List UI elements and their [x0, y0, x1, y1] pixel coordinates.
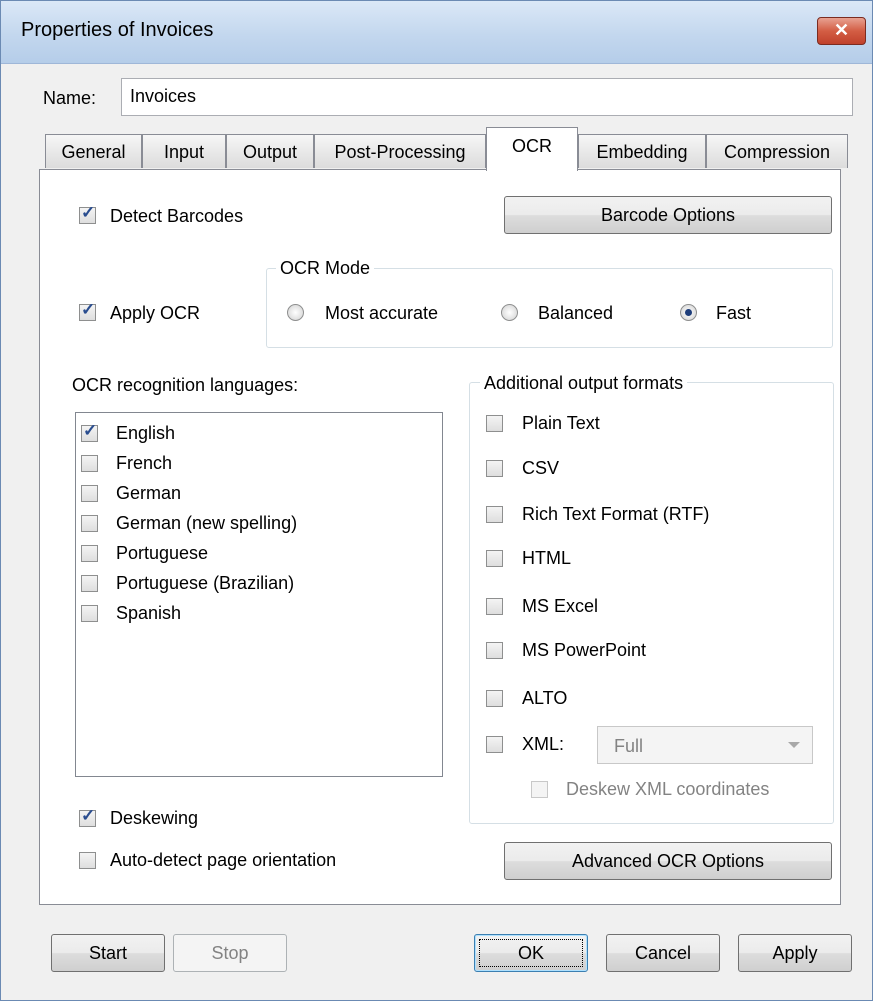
chevron-down-icon	[788, 742, 800, 748]
language-label: French	[116, 453, 173, 473]
ocr-mode-title: OCR Mode	[276, 257, 375, 279]
language-label: German (new spelling)	[116, 513, 298, 533]
language-english-checkbox[interactable]	[81, 421, 98, 442]
tab-label: Post-Processing	[334, 142, 466, 162]
format-plain-text-label[interactable]: Plain Text	[522, 412, 600, 434]
format-ms-powerpoint-label[interactable]: MS PowerPoint	[522, 639, 646, 661]
barcode-options-button[interactable]: Barcode Options	[504, 196, 832, 234]
format-alto-checkbox[interactable]	[486, 690, 503, 707]
language-german-checkbox[interactable]	[81, 485, 98, 502]
format-xml-label[interactable]: XML:	[522, 733, 564, 755]
detect-barcodes-label[interactable]: Detect Barcodes	[110, 205, 243, 227]
deskew-xml-label[interactable]: Deskew XML coordinates	[566, 778, 769, 800]
tab-label: OCR	[512, 136, 552, 156]
button-label: Cancel	[634, 943, 692, 963]
tab-ocr[interactable]: OCR	[486, 127, 578, 171]
radio-fast[interactable]	[680, 304, 697, 321]
apply-ocr-label[interactable]: Apply OCR	[110, 302, 200, 324]
name-label: Name:	[43, 88, 97, 108]
format-html-label[interactable]: HTML	[522, 547, 571, 569]
languages-listbox[interactable]: English French German German (new spelli…	[75, 412, 443, 777]
tab-label: General	[61, 142, 126, 162]
button-label: Start	[88, 943, 127, 963]
format-ms-excel-label[interactable]: MS Excel	[522, 595, 598, 617]
deskewing-checkbox[interactable]	[79, 806, 96, 827]
radio-balanced[interactable]	[501, 304, 518, 321]
window-title: Properties of Invoices	[21, 19, 214, 41]
tab-compression[interactable]: Compression	[706, 134, 848, 168]
language-label: English	[116, 423, 176, 443]
button-label: OK	[517, 943, 544, 963]
apply-ocr-checkbox[interactable]	[79, 300, 96, 321]
start-button[interactable]: Start	[51, 934, 165, 972]
title-bar[interactable]: Properties of Invoices ✕	[1, 1, 872, 64]
language-french-checkbox[interactable]	[81, 455, 98, 472]
auto-detect-orientation-label[interactable]: Auto-detect page orientation	[110, 849, 336, 871]
deskewing-label[interactable]: Deskewing	[110, 807, 198, 829]
name-input[interactable]	[122, 79, 830, 113]
format-rtf-checkbox[interactable]	[486, 506, 503, 523]
language-label: Spanish	[116, 603, 182, 623]
button-label: Barcode Options	[600, 205, 736, 225]
ok-button[interactable]: OK	[474, 934, 588, 972]
language-portuguese-checkbox[interactable]	[81, 545, 98, 562]
output-formats-title: Additional output formats	[480, 372, 688, 394]
tab-input[interactable]: Input	[142, 134, 226, 168]
name-field[interactable]	[121, 78, 853, 116]
format-ms-excel-checkbox[interactable]	[486, 598, 503, 615]
language-label: Portuguese	[116, 543, 209, 563]
language-label: Portuguese (Brazilian)	[116, 573, 295, 593]
properties-dialog: Properties of Invoices ✕ Name: General I…	[0, 0, 873, 1001]
format-csv-label[interactable]: CSV	[522, 457, 559, 479]
close-icon: ✕	[833, 20, 850, 40]
button-label: Apply	[772, 943, 818, 963]
radio-fast-label[interactable]: Fast	[716, 302, 751, 324]
stop-button[interactable]: Stop	[173, 934, 287, 972]
tab-label: Output	[242, 142, 298, 162]
tab-general[interactable]: General	[45, 134, 142, 168]
deskew-xml-checkbox[interactable]	[531, 781, 548, 798]
tab-embedding[interactable]: Embedding	[578, 134, 706, 168]
auto-detect-orientation-checkbox[interactable]	[79, 852, 96, 869]
button-label: Stop	[211, 943, 249, 963]
xml-mode-value: Full	[614, 736, 644, 756]
button-label: Advanced OCR Options	[571, 851, 765, 871]
tab-label: Input	[163, 142, 205, 162]
tab-label: Compression	[723, 142, 831, 162]
tab-post-processing[interactable]: Post-Processing	[314, 134, 486, 168]
radio-balanced-label[interactable]: Balanced	[538, 302, 613, 324]
radio-most-accurate-label[interactable]: Most accurate	[325, 302, 438, 324]
format-alto-label[interactable]: ALTO	[522, 687, 567, 709]
format-plain-text-checkbox[interactable]	[486, 415, 503, 432]
radio-most-accurate[interactable]	[287, 304, 304, 321]
language-portuguese-brazilian-checkbox[interactable]	[81, 575, 98, 592]
language-label: German	[116, 483, 182, 503]
xml-mode-select[interactable]: Full	[597, 726, 813, 764]
close-button[interactable]: ✕	[817, 17, 866, 45]
cancel-button[interactable]: Cancel	[606, 934, 720, 972]
format-xml-checkbox[interactable]	[486, 736, 503, 753]
format-ms-powerpoint-checkbox[interactable]	[486, 642, 503, 659]
language-spanish-checkbox[interactable]	[81, 605, 98, 622]
languages-label: OCR recognition languages:	[72, 375, 299, 395]
apply-button[interactable]: Apply	[738, 934, 852, 972]
advanced-ocr-options-button[interactable]: Advanced OCR Options	[504, 842, 832, 880]
format-csv-checkbox[interactable]	[486, 460, 503, 477]
language-german-new-spelling-checkbox[interactable]	[81, 515, 98, 532]
tab-output[interactable]: Output	[226, 134, 314, 168]
format-rtf-label[interactable]: Rich Text Format (RTF)	[522, 503, 709, 525]
detect-barcodes-checkbox[interactable]	[79, 203, 96, 224]
format-html-checkbox[interactable]	[486, 550, 503, 567]
tab-label: Embedding	[596, 142, 688, 162]
